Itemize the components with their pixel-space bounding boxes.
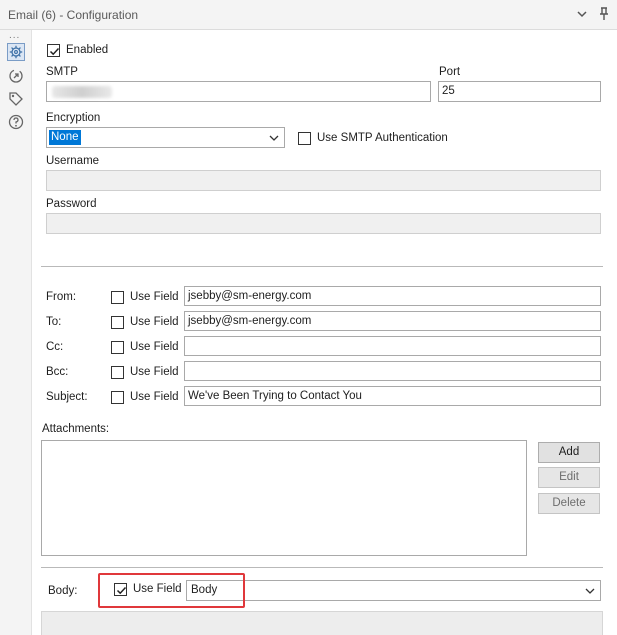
bcc-use-field-label: Use Field xyxy=(130,366,179,378)
to-use-field-label: Use Field xyxy=(130,316,179,328)
smtp-auth-checkbox[interactable] xyxy=(298,132,311,145)
port-input[interactable]: 25 xyxy=(438,81,601,102)
subject-input[interactable]: We've Been Trying to Contact You xyxy=(184,386,601,406)
body-editor[interactable] xyxy=(41,611,603,635)
chevron-down-icon[interactable] xyxy=(574,6,590,22)
pin-icon[interactable] xyxy=(596,6,612,22)
subject-use-field-checkbox[interactable] xyxy=(111,391,124,404)
edit-attachment-button[interactable]: Edit xyxy=(538,467,600,488)
divider xyxy=(41,266,603,268)
delete-attachment-button[interactable]: Delete xyxy=(538,493,600,514)
tag-icon[interactable] xyxy=(7,90,25,108)
body-field-select[interactable]: Body xyxy=(186,580,601,601)
to-input[interactable]: jsebby@sm-energy.com xyxy=(184,311,601,331)
from-input[interactable]: jsebby@sm-energy.com xyxy=(184,286,601,306)
check-icon xyxy=(49,47,60,56)
subject-use-field-label: Use Field xyxy=(130,391,179,403)
gear-icon[interactable] xyxy=(7,43,25,61)
bcc-input[interactable] xyxy=(184,361,601,381)
password-label: Password xyxy=(46,198,97,210)
bcc-use-field-checkbox[interactable] xyxy=(111,366,124,379)
from-use-field-label: Use Field xyxy=(130,291,179,303)
to-label: To: xyxy=(46,316,62,328)
attachments-list[interactable] xyxy=(41,440,527,556)
cc-use-field-checkbox[interactable] xyxy=(111,341,124,354)
body-label: Body: xyxy=(48,585,78,597)
add-attachment-button[interactable]: Add xyxy=(538,442,600,463)
chevron-down-icon xyxy=(585,588,595,594)
window-title: Email (6) - Configuration xyxy=(8,8,139,22)
connection-icon[interactable] xyxy=(7,67,25,85)
smtp-label: SMTP xyxy=(46,66,78,78)
chevron-down-icon xyxy=(269,135,279,141)
subject-label: Subject: xyxy=(46,391,88,403)
title-bar: Email (6) - Configuration xyxy=(0,0,617,30)
to-use-field-checkbox[interactable] xyxy=(111,316,124,329)
cc-input[interactable] xyxy=(184,336,601,356)
port-label: Port xyxy=(439,66,461,78)
smtp-auth-label: Use SMTP Authentication xyxy=(317,132,448,144)
from-use-field-checkbox[interactable] xyxy=(111,291,124,304)
help-icon[interactable] xyxy=(7,113,25,131)
smtp-redacted xyxy=(52,86,112,98)
cc-label: Cc: xyxy=(46,341,64,353)
enabled-checkbox[interactable] xyxy=(47,44,60,57)
username-input[interactable] xyxy=(46,170,601,191)
password-input[interactable] xyxy=(46,213,601,234)
cc-use-field-label: Use Field xyxy=(130,341,179,353)
encryption-label: Encryption xyxy=(46,112,101,124)
username-label: Username xyxy=(46,155,100,167)
attachments-label: Attachments: xyxy=(42,423,110,435)
sidebar-dots: ... xyxy=(9,30,21,41)
enabled-label: Enabled xyxy=(66,44,109,56)
highlight-box xyxy=(98,573,245,608)
encryption-select[interactable]: None xyxy=(46,127,285,148)
sidebar: ... xyxy=(0,30,32,635)
divider xyxy=(41,567,603,569)
encryption-value: None xyxy=(49,130,81,145)
bcc-label: Bcc: xyxy=(46,366,69,378)
from-label: From: xyxy=(46,291,77,303)
